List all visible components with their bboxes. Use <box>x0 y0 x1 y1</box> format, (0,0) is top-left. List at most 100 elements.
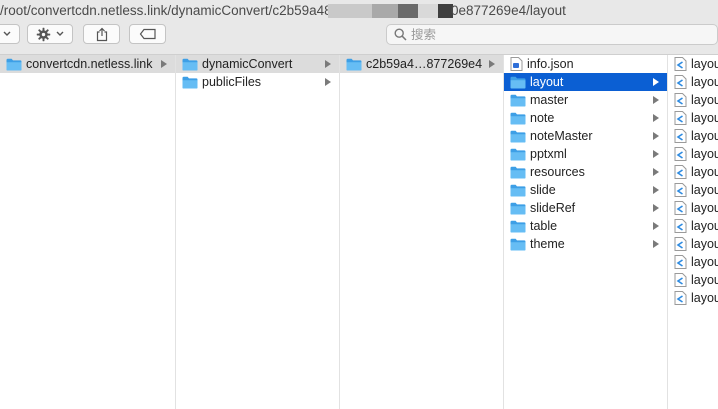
item-icon-wrap <box>674 75 687 89</box>
disclosure-arrow-icon <box>489 60 495 68</box>
column-item[interactable]: noteMaster <box>504 127 667 145</box>
item-label: layout <box>691 255 718 269</box>
column-item[interactable]: info.json <box>504 55 667 73</box>
disclosure-arrow-icon <box>325 60 331 68</box>
item-icon-wrap <box>674 93 687 107</box>
column-item[interactable]: layout <box>504 73 667 91</box>
column-item[interactable]: layout <box>668 289 718 307</box>
folder-icon <box>510 202 526 214</box>
item-label: pptxml <box>530 147 567 161</box>
column-item[interactable]: slide <box>504 181 667 199</box>
disclosure-arrow-icon <box>653 96 659 104</box>
item-icon-wrap <box>674 147 687 161</box>
code-file-icon <box>674 291 687 305</box>
item-label: note <box>530 111 555 125</box>
item-icon-wrap <box>674 237 687 251</box>
window-path-start: /root/convertcdn.netless.link/dynamicCon… <box>0 3 340 18</box>
column-item[interactable]: layout <box>668 199 718 217</box>
column-item[interactable]: layout <box>668 163 718 181</box>
item-icon-wrap <box>510 166 526 179</box>
item-label: layout <box>530 75 564 89</box>
item-icon-wrap <box>674 255 687 269</box>
column-item[interactable]: layout <box>668 73 718 91</box>
column-item[interactable]: layout <box>668 217 718 235</box>
code-file-icon <box>674 129 687 143</box>
disclosure-arrow-icon <box>653 240 659 248</box>
column-item[interactable]: layout <box>668 55 718 73</box>
disclosure-arrow-icon <box>653 168 659 176</box>
code-file-icon <box>674 147 687 161</box>
item-label: layout <box>691 147 718 161</box>
tags-button[interactable] <box>129 24 166 44</box>
column-item[interactable]: layout <box>668 145 718 163</box>
item-icon-wrap <box>510 148 526 161</box>
column-4: info.json layout master note noteMaster pptxm… <box>504 55 668 409</box>
item-icon-wrap <box>510 130 526 143</box>
disclosure-arrow-icon <box>653 222 659 230</box>
code-file-icon <box>674 201 687 215</box>
folder-icon <box>510 148 526 160</box>
column-item[interactable]: resources <box>504 163 667 181</box>
code-file-icon <box>674 57 687 71</box>
column-item[interactable]: master <box>504 91 667 109</box>
item-icon-wrap <box>510 220 526 233</box>
column-item[interactable]: layout <box>668 253 718 271</box>
item-icon-wrap <box>674 273 687 287</box>
item-icon-wrap <box>182 58 198 71</box>
folder-icon <box>6 58 22 70</box>
item-label: layout <box>691 237 718 251</box>
item-icon-wrap <box>510 112 526 125</box>
folder-icon <box>510 220 526 232</box>
share-button[interactable] <box>83 24 120 44</box>
code-file-icon <box>674 273 687 287</box>
code-file-icon <box>674 255 687 269</box>
item-icon-wrap <box>510 202 526 215</box>
column-2: dynamicConvert publicFiles <box>176 55 340 409</box>
folder-icon <box>182 58 198 70</box>
disclosure-arrow-icon <box>161 60 167 68</box>
item-label: layout <box>691 129 718 143</box>
column-item[interactable]: layout <box>668 109 718 127</box>
item-label: convertcdn.netless.link <box>26 57 153 71</box>
item-label: layout <box>691 219 718 233</box>
action-menu-button[interactable] <box>27 24 73 44</box>
column-item[interactable]: slideRef <box>504 199 667 217</box>
column-item[interactable]: convertcdn.netless.link <box>0 55 175 73</box>
code-file-icon <box>674 75 687 89</box>
search-input[interactable] <box>407 27 691 42</box>
redacted-path-segment <box>398 4 418 18</box>
column-item[interactable]: theme <box>504 235 667 253</box>
folder-icon <box>510 166 526 178</box>
item-label: master <box>530 93 569 107</box>
folder-icon <box>182 76 198 88</box>
redacted-path-segment <box>418 4 438 18</box>
column-item[interactable]: c2b59a4…877269e4 <box>340 55 503 73</box>
column-item[interactable]: layout <box>668 235 718 253</box>
window-title-bar: /root/convertcdn.netless.link/dynamicCon… <box>0 0 718 22</box>
column-item[interactable]: layout <box>668 181 718 199</box>
column-item[interactable]: publicFiles <box>176 73 339 91</box>
column-5: layout layout layout layout layout layout layo… <box>668 55 718 409</box>
column-item[interactable]: layout <box>668 271 718 289</box>
item-label: layout <box>691 291 718 305</box>
column-item[interactable]: note <box>504 109 667 127</box>
code-file-icon <box>674 93 687 107</box>
search-field[interactable] <box>386 24 718 45</box>
item-icon-wrap <box>674 291 687 305</box>
view-mode-button[interactable] <box>0 24 20 44</box>
item-label: slideRef <box>530 201 576 215</box>
column-item[interactable]: layout <box>668 91 718 109</box>
item-icon-wrap <box>674 219 687 233</box>
item-icon-wrap <box>674 57 687 71</box>
column-item[interactable]: dynamicConvert <box>176 55 339 73</box>
column-item[interactable]: layout <box>668 127 718 145</box>
disclosure-arrow-icon <box>653 114 659 122</box>
folder-icon <box>510 112 526 124</box>
item-icon-wrap <box>510 184 526 197</box>
column-item[interactable]: pptxml <box>504 145 667 163</box>
item-icon-wrap <box>182 76 198 89</box>
item-label: layout <box>691 273 718 287</box>
item-label: c2b59a4…877269e4 <box>366 57 483 71</box>
window-path-end: 0e877269e4/layout <box>451 3 566 18</box>
column-item[interactable]: table <box>504 217 667 235</box>
